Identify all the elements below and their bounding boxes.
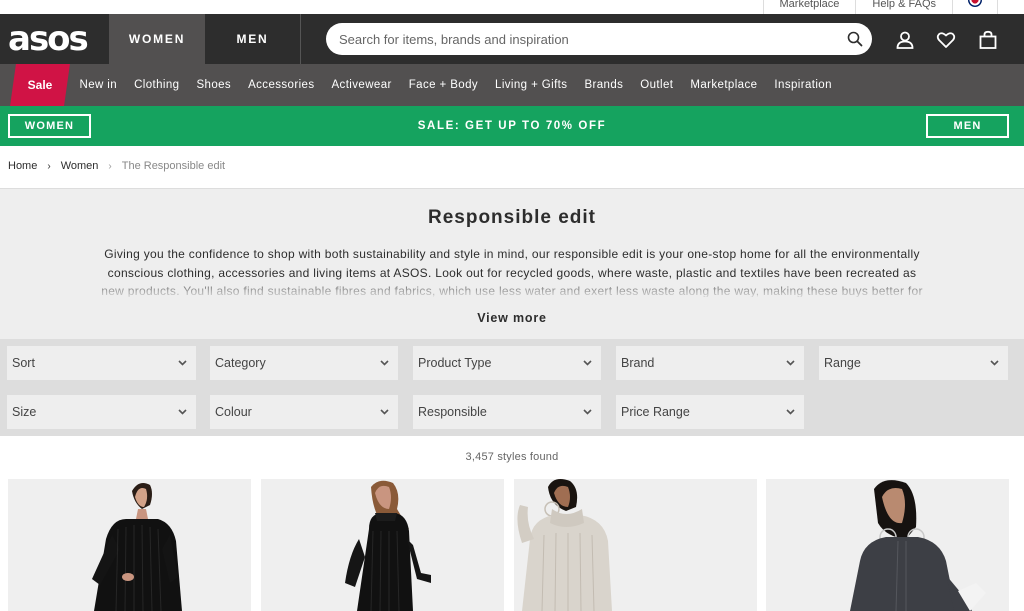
product-card[interactable] [514,479,757,611]
product-image [766,479,1009,611]
nav-item-activewear[interactable]: Activewear [323,79,400,91]
utility-links: Marketplace Help & FAQs [762,0,998,14]
filter-label: Responsible [418,405,487,419]
breadcrumb-current: The Responsible edit [121,160,226,172]
product-card[interactable] [8,479,251,611]
description-fade [90,281,934,299]
filter-size[interactable]: Size [7,395,196,429]
filter-sort[interactable]: Sort [7,346,196,380]
filter-label: Sort [12,356,35,370]
nav-item-new-in[interactable]: New in [71,79,126,91]
chevron-down-icon [178,409,187,415]
nav-item-outlet[interactable]: Outlet [632,79,682,91]
tab-women[interactable]: WOMEN [109,14,205,64]
filter-product-type[interactable]: Product Type [413,346,601,380]
chevron-down-icon [990,360,999,366]
search-input[interactable] [339,23,829,55]
product-card[interactable] [766,479,1009,611]
nav-item-face-body[interactable]: Face + Body [400,79,486,91]
marketplace-link[interactable]: Marketplace [762,0,856,14]
category-nav: Sale New in Clothing Shoes Accessories A… [0,64,1024,106]
filter-label: Category [215,356,266,370]
nav-item-sale[interactable]: Sale [13,64,67,106]
filter-label: Colour [215,405,252,419]
filter-label: Price Range [621,405,690,419]
nav-item-shoes[interactable]: Shoes [188,79,240,91]
promo-text[interactable]: SALE: GET UP TO 70% OFF [0,106,1024,146]
breadcrumb-home[interactable]: Home [8,160,37,172]
nav-item-marketplace[interactable]: Marketplace [682,79,766,91]
filter-panel: Sort Category Product Type Brand Range S… [0,339,1024,436]
breadcrumb-women[interactable]: Women [61,160,99,172]
nav-item-living-gifts[interactable]: Living + Gifts [487,79,576,91]
filter-price-range[interactable]: Price Range [616,395,804,429]
chevron-down-icon [786,360,795,366]
breadcrumb-separator-icon: › [47,160,51,172]
search-bar [326,23,872,55]
tab-men[interactable]: MEN [205,14,301,64]
filter-category[interactable]: Category [210,346,398,380]
sale-promo-banner: SALE: GET UP TO 70% OFF WOMEN MEN [0,106,1024,146]
nav-item-accessories[interactable]: Accessories [240,79,323,91]
country-selector[interactable] [952,0,998,14]
filter-colour[interactable]: Colour [210,395,398,429]
heart-icon[interactable] [936,30,956,50]
promo-women-button[interactable]: WOMEN [8,114,91,138]
breadcrumb-separator-icon: › [108,160,112,172]
filter-label: Size [12,405,37,419]
product-image [8,479,251,611]
chevron-down-icon [380,409,389,415]
chevron-down-icon [178,360,187,366]
view-more-button[interactable]: View more [0,311,1024,325]
promo-men-button[interactable]: MEN [926,114,1009,138]
filter-brand[interactable]: Brand [616,346,804,380]
utility-bar: Marketplace Help & FAQs [0,0,1024,14]
chevron-down-icon [583,360,592,366]
filter-range[interactable]: Range [819,346,1008,380]
nav-item-inspiration[interactable]: Inspiration [766,79,840,91]
product-image [261,479,504,611]
page-title: Responsible edit [427,207,597,228]
filter-responsible[interactable]: Responsible [413,395,601,429]
account-icon[interactable] [895,30,915,50]
search-icon[interactable] [847,31,863,47]
chevron-down-icon [380,360,389,366]
asos-logo[interactable]: asos [8,20,89,58]
nav-item-clothing[interactable]: Clothing [126,79,188,91]
chevron-down-icon [786,409,795,415]
results-count: 3,457 styles found [465,451,559,463]
bag-icon[interactable] [978,30,998,50]
filter-label: Brand [621,356,655,370]
help-faqs-link[interactable]: Help & FAQs [855,0,952,14]
breadcrumb: Home › Women › The Responsible edit [8,160,225,172]
product-image [514,479,757,611]
uk-flag-icon [968,0,982,7]
filter-label: Product Type [418,356,492,370]
chevron-down-icon [583,409,592,415]
nav-item-brands[interactable]: Brands [576,79,632,91]
product-card[interactable] [261,479,504,611]
site-header: asos WOMEN MEN [0,14,1024,64]
category-list: New in Clothing Shoes Accessories Active… [71,64,840,106]
filter-label: Range [824,356,861,370]
